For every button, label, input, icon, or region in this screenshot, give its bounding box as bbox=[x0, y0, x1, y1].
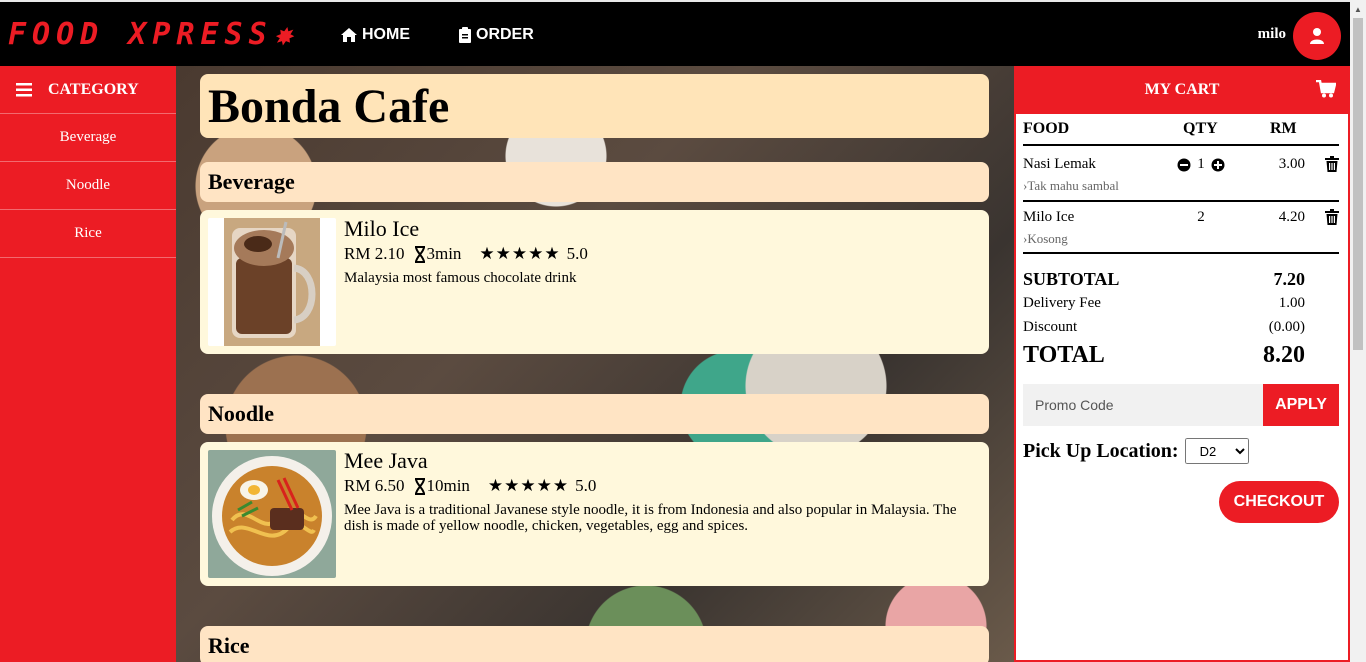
discount-label: Discount bbox=[1023, 319, 1078, 335]
star-rating-icon: ★★★★★ bbox=[487, 476, 570, 495]
nav-order-link[interactable]: ORDER bbox=[458, 24, 534, 46]
minus-circle-icon[interactable] bbox=[1177, 158, 1191, 172]
cart-item-note-text: Kosong bbox=[1027, 231, 1068, 246]
sidebar-item-noodle[interactable]: Noodle bbox=[0, 162, 176, 210]
scroll-up-arrow-icon[interactable]: ▲ bbox=[1350, 2, 1366, 16]
prep-time: 3min bbox=[414, 244, 461, 264]
trash-icon[interactable] bbox=[1325, 209, 1339, 225]
cart-item-note-text: Tak mahu sambal bbox=[1027, 178, 1119, 193]
quantity-stepper: 1 bbox=[1175, 156, 1227, 173]
cart-item-note: ›Kosong bbox=[1023, 231, 1068, 246]
nav-order-label: ORDER bbox=[476, 26, 534, 43]
delivery-fee-label: Delivery Fee bbox=[1023, 295, 1101, 311]
checkout-button[interactable]: CHECKOUT bbox=[1219, 481, 1339, 523]
cart-divider bbox=[1023, 252, 1339, 254]
item-price: RM 2.10 bbox=[344, 244, 405, 263]
item-meta: RM 6.50 10min ★★★★★ 5.0 bbox=[344, 476, 596, 496]
cart-divider bbox=[1023, 200, 1339, 202]
category-heading-noodle: Noodle bbox=[200, 394, 989, 434]
hamburger-menu-icon bbox=[16, 82, 32, 96]
category-header[interactable]: CATEGORY bbox=[0, 66, 176, 114]
cart-item-qty: 2 bbox=[1197, 209, 1205, 225]
discount-row: Discount (0.00) bbox=[1023, 319, 1305, 336]
promo-code-input[interactable] bbox=[1023, 384, 1263, 426]
col-rm: RM bbox=[1270, 120, 1297, 137]
sidebar-item-rice[interactable]: Rice bbox=[0, 210, 176, 258]
menu-item-card[interactable]: Mee Java RM 6.50 10min ★★★★★ 5.0 Mee Jav… bbox=[200, 442, 989, 586]
subtotal-row: SUBTOTAL 7.20 bbox=[1023, 269, 1305, 290]
subtotal-label: SUBTOTAL bbox=[1023, 269, 1120, 289]
apply-promo-button[interactable]: APPLY bbox=[1263, 384, 1339, 426]
cart-item-qty: 1 bbox=[1197, 156, 1205, 172]
sidebar-item-beverage[interactable]: Beverage bbox=[0, 114, 176, 162]
cart-header: MY CART bbox=[1016, 66, 1348, 114]
brand-logo[interactable]: FOOD XPRESS ✸ bbox=[8, 16, 298, 52]
category-sidebar: CATEGORY Beverage Noodle Rice bbox=[0, 66, 176, 662]
prep-time-value: 10min bbox=[426, 476, 470, 495]
prep-time-value: 3min bbox=[426, 244, 462, 263]
cart-item-name: Milo Ice bbox=[1023, 209, 1075, 225]
cart-item-price: 3.00 bbox=[1278, 156, 1305, 172]
category-header-label: CATEGORY bbox=[48, 80, 139, 98]
prep-time: 10min bbox=[414, 476, 470, 496]
trash-icon[interactable] bbox=[1325, 156, 1339, 172]
total-row: TOTAL 8.20 bbox=[1023, 342, 1305, 369]
item-price: RM 6.50 bbox=[344, 476, 405, 495]
page-scrollbar[interactable]: ▲ bbox=[1350, 0, 1366, 662]
total-value: 8.20 bbox=[1263, 342, 1305, 368]
cart-title: MY CART bbox=[1144, 81, 1220, 98]
col-food: FOOD bbox=[1023, 120, 1070, 137]
hourglass-icon bbox=[415, 477, 426, 495]
hourglass-icon bbox=[415, 245, 426, 263]
discount-value: (0.00) bbox=[1268, 319, 1305, 335]
cart-panel: MY CART FOOD QTY RM Nasi Lemak ›Tak mahu… bbox=[1014, 66, 1350, 662]
menu-item-card[interactable]: Milo Ice RM 2.10 3min ★★★★★ 5.0 Malaysia… bbox=[200, 210, 989, 354]
item-name: Milo Ice bbox=[344, 216, 420, 241]
shopping-cart-icon[interactable] bbox=[1316, 80, 1336, 98]
pickup-location: Pick Up Location: D2 bbox=[1023, 438, 1249, 464]
star-rating-icon: ★★★★★ bbox=[479, 244, 561, 263]
col-qty: QTY bbox=[1183, 120, 1218, 137]
restaurant-name: Bonda Cafe bbox=[208, 79, 450, 133]
pickup-label: Pick Up Location: bbox=[1023, 439, 1179, 462]
starburst-icon: ✸ bbox=[274, 17, 298, 51]
milo-ice-image bbox=[208, 218, 336, 346]
top-navbar: FOOD XPRESS ✸ HOME ORDER milo bbox=[0, 0, 1366, 66]
total-label: TOTAL bbox=[1023, 342, 1105, 368]
cart-columns: FOOD QTY RM bbox=[1023, 120, 1339, 146]
user-avatar-button[interactable] bbox=[1293, 12, 1341, 60]
home-icon bbox=[341, 28, 357, 42]
category-heading-rice: Rice bbox=[200, 626, 989, 662]
subtotal-value: 7.20 bbox=[1273, 269, 1306, 289]
rating-value: 5.0 bbox=[575, 476, 597, 495]
user-icon bbox=[1310, 28, 1324, 44]
pickup-location-select[interactable]: D2 bbox=[1184, 438, 1249, 464]
category-heading-beverage: Beverage bbox=[200, 162, 989, 202]
restaurant-title-panel: Bonda Cafe bbox=[200, 74, 989, 138]
clipboard-icon bbox=[459, 27, 471, 43]
menu-content[interactable]: Bonda Cafe Beverage Milo Ice RM 2.10 3mi… bbox=[176, 66, 1014, 662]
user-name: milo bbox=[1257, 26, 1286, 42]
cart-item-name: Nasi Lemak bbox=[1023, 156, 1096, 172]
item-meta: RM 2.10 3min ★★★★★ 5.0 bbox=[344, 244, 588, 264]
cart-item-note: ›Tak mahu sambal bbox=[1023, 178, 1119, 193]
cart-item-price: 4.20 bbox=[1278, 209, 1305, 225]
nav-home-link[interactable]: HOME bbox=[340, 24, 410, 46]
item-description: Malaysia most famous chocolate drink bbox=[344, 270, 577, 286]
delivery-fee-value: 1.00 bbox=[1278, 295, 1305, 311]
plus-circle-icon[interactable] bbox=[1211, 158, 1225, 172]
mee-java-image bbox=[208, 450, 336, 578]
nav-home-label: HOME bbox=[362, 26, 410, 43]
scrollbar-thumb[interactable] bbox=[1353, 18, 1363, 350]
brand-name: FOOD XPRESS bbox=[8, 16, 273, 52]
item-description: Mee Java is a traditional Javanese style… bbox=[344, 502, 957, 534]
item-name: Mee Java bbox=[344, 448, 428, 473]
delivery-fee-row: Delivery Fee 1.00 bbox=[1023, 295, 1305, 312]
rating-value: 5.0 bbox=[566, 244, 588, 263]
